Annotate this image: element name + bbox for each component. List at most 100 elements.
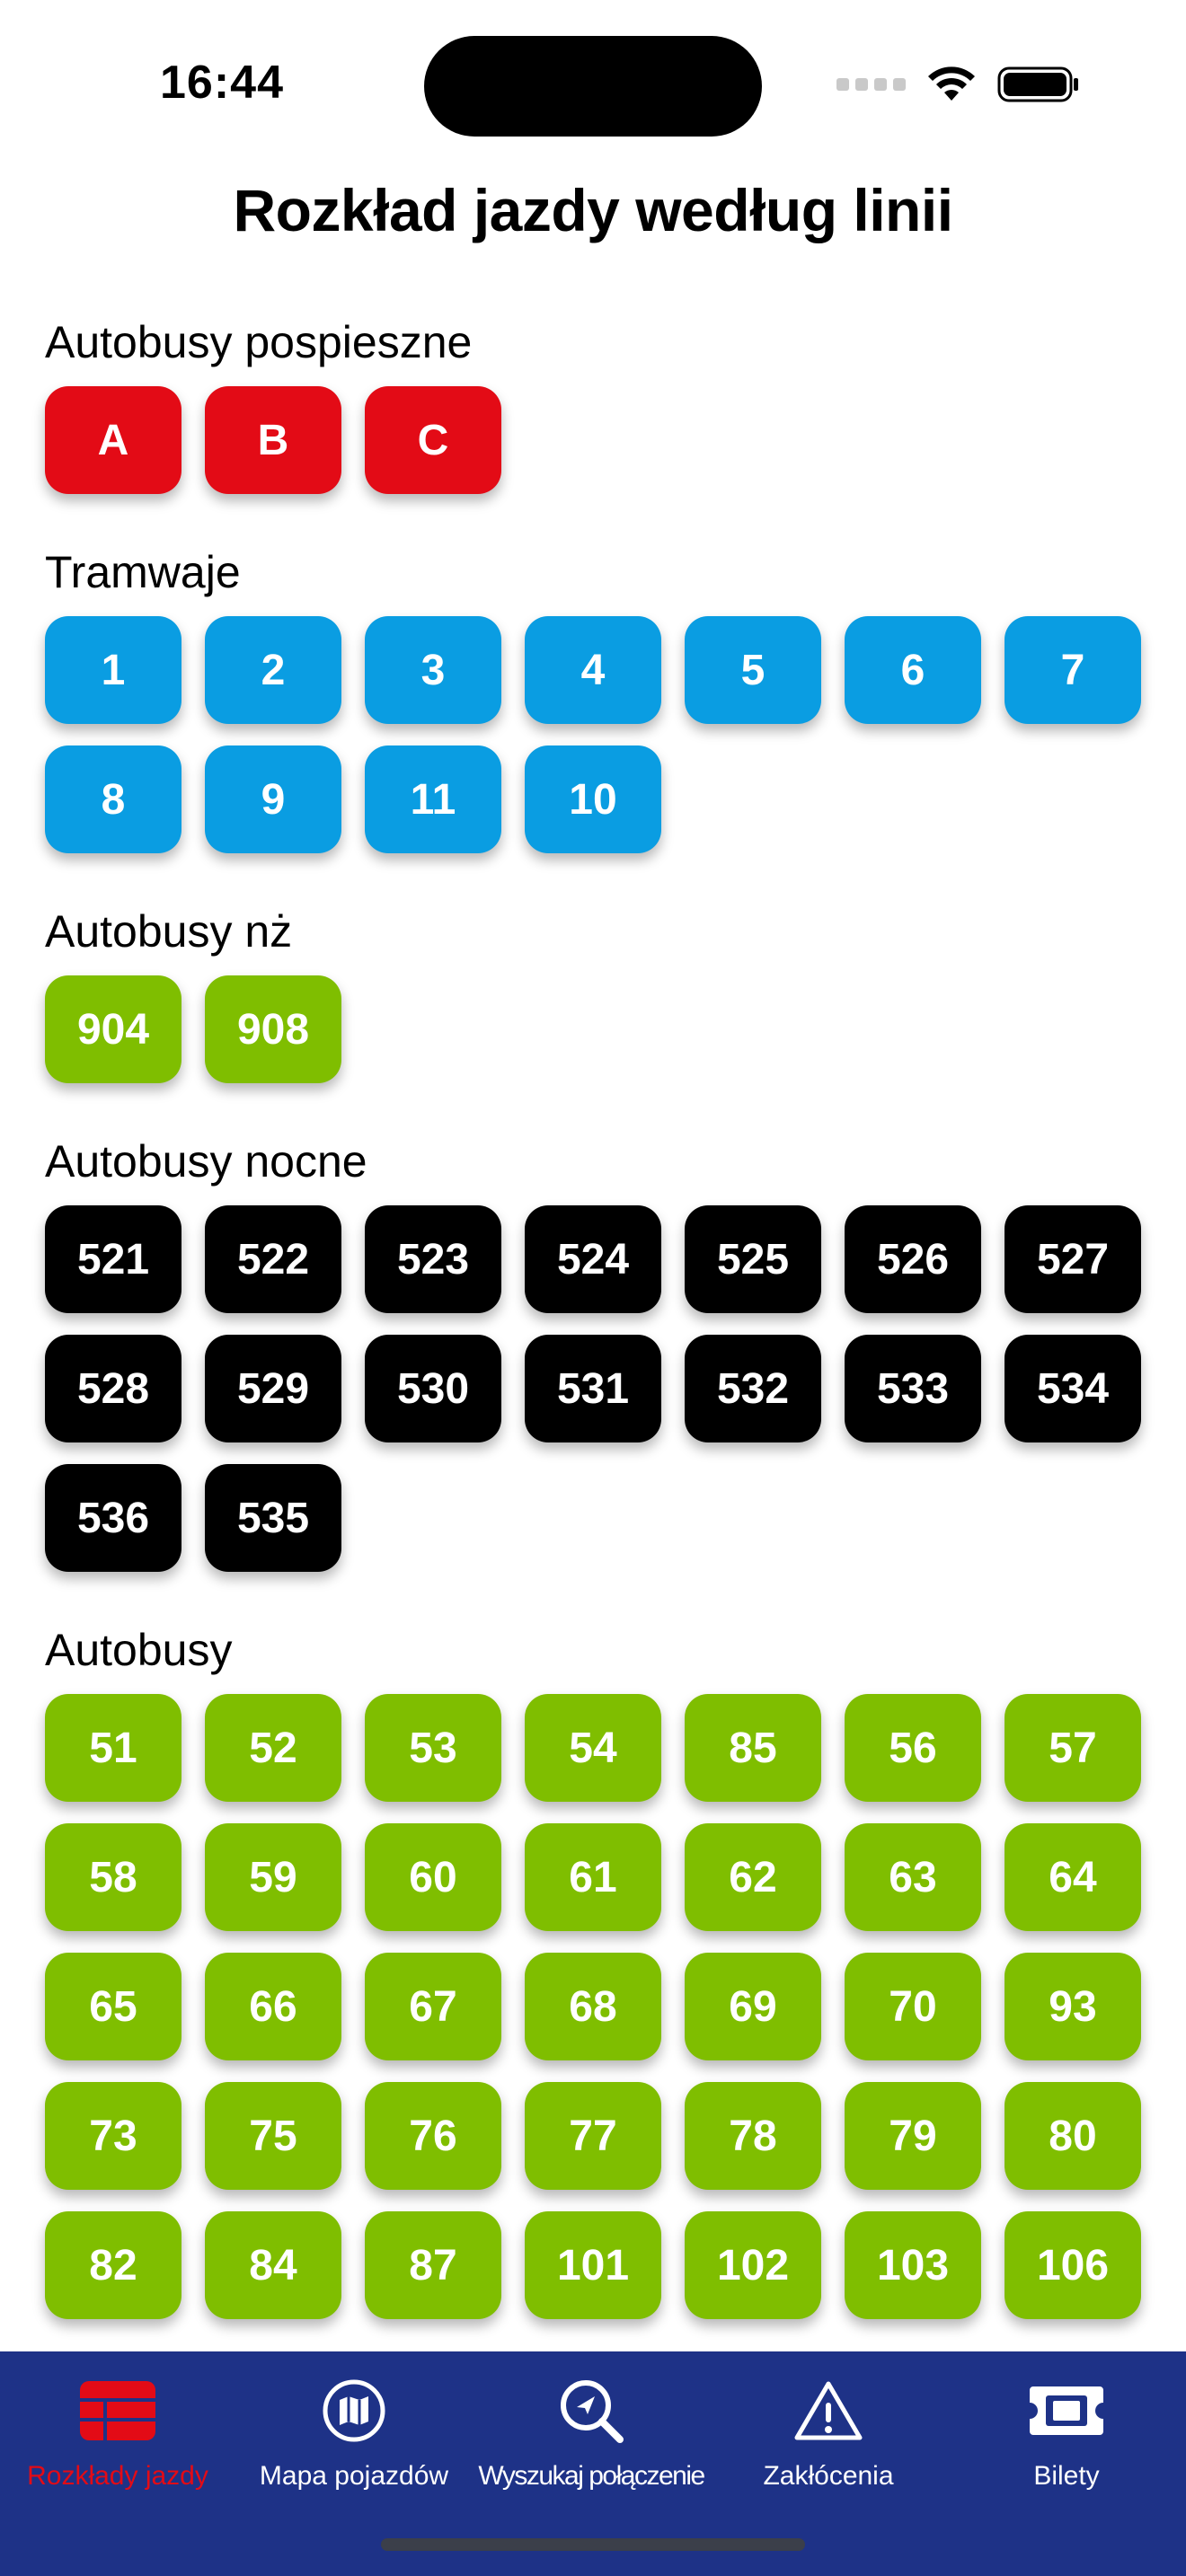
line-button[interactable]: 54	[525, 1694, 661, 1802]
line-button[interactable]: 102	[685, 2211, 821, 2319]
warning-triangle-icon	[794, 2381, 863, 2440]
line-button[interactable]: 9	[205, 745, 341, 853]
line-button[interactable]: 526	[845, 1205, 981, 1313]
line-button[interactable]: 76	[365, 2082, 501, 2190]
line-section: Tramwaje 1 2 3 4 5 6 7 8 9 11 10	[0, 535, 1186, 853]
cellular-signal-icon	[836, 78, 906, 91]
line-button[interactable]: 67	[365, 1953, 501, 2060]
line-button[interactable]: 53	[365, 1694, 501, 1802]
line-button[interactable]: 523	[365, 1205, 501, 1313]
tab-label: Bilety	[1033, 2461, 1100, 2491]
line-button[interactable]: 528	[45, 1335, 181, 1442]
line-button[interactable]: 5	[685, 616, 821, 724]
line-grid: 1 2 3 4 5 6 7 8 9 11 10	[45, 616, 1186, 853]
line-button[interactable]: 522	[205, 1205, 341, 1313]
line-button[interactable]: 904	[45, 975, 181, 1083]
tab-label: Wyszukaj połączenie	[478, 2461, 705, 2491]
battery-icon	[997, 66, 1078, 102]
dynamic-island	[424, 36, 762, 137]
line-button[interactable]: 82	[45, 2211, 181, 2319]
line-button[interactable]: 10	[525, 745, 661, 853]
line-button[interactable]: 60	[365, 1823, 501, 1931]
line-button[interactable]: 103	[845, 2211, 981, 2319]
line-button[interactable]: 80	[1005, 2082, 1141, 2190]
line-section: Autobusy nocne 521 522 523 524 525 526 527 528 52…	[0, 1125, 1186, 1572]
line-button[interactable]: 84	[205, 2211, 341, 2319]
line-grid: 904 908	[45, 975, 1186, 1083]
line-button[interactable]: 65	[45, 1953, 181, 2060]
line-button[interactable]: 61	[525, 1823, 661, 1931]
line-button[interactable]: 51	[45, 1694, 181, 1802]
section-title: Tramwaje	[45, 547, 241, 597]
section-title: Autobusy nż	[45, 906, 293, 957]
line-button[interactable]: 530	[365, 1335, 501, 1442]
section-title: Autobusy nocne	[45, 1136, 367, 1187]
line-button[interactable]: 534	[1005, 1335, 1141, 1442]
line-button[interactable]: 52	[205, 1694, 341, 1802]
line-button[interactable]: 11	[365, 745, 501, 853]
home-indicator[interactable]	[381, 2538, 805, 2551]
line-grid: 51 52 53 54 85 56 57 58 59 60 61 62 63 64 65 66 67 68 69 70…	[45, 1694, 1186, 2319]
line-button[interactable]: 56	[845, 1694, 981, 1802]
page-title: Rozkład jazdy według linii	[233, 177, 953, 243]
line-button[interactable]: 70	[845, 1953, 981, 2060]
search-route-icon	[561, 2380, 624, 2443]
line-button[interactable]: 59	[205, 1823, 341, 1931]
line-button[interactable]: 4	[525, 616, 661, 724]
line-button[interactable]: 64	[1005, 1823, 1141, 1931]
line-button[interactable]: 57	[1005, 1694, 1141, 1802]
line-button[interactable]: 75	[205, 2082, 341, 2190]
section-title: Autobusy pospieszne	[45, 317, 473, 367]
line-sections: Autobusy pospieszne A B C Tramwaje 1 2 3 4 5 6 7 8 9 1…	[0, 305, 1186, 2360]
status-icons	[836, 63, 1080, 106]
line-button[interactable]: 106	[1005, 2211, 1141, 2319]
line-button[interactable]: 85	[685, 1694, 821, 1802]
line-button[interactable]: 78	[685, 2082, 821, 2190]
line-button[interactable]: 6	[845, 616, 981, 724]
line-section: Autobusy pospieszne A B C	[0, 305, 1186, 494]
screen: 16:44 Rozkład jazdy według linii Autobus…	[0, 0, 1186, 2576]
line-button[interactable]: 2	[205, 616, 341, 724]
tab-tickets[interactable]: Bilety	[947, 2351, 1186, 2576]
line-button[interactable]: 525	[685, 1205, 821, 1313]
line-section: Autobusy 51 52 53 54 85 56 57 58 59 60 61 62 63 64 65 66…	[0, 1613, 1186, 2319]
line-button[interactable]: 93	[1005, 1953, 1141, 2060]
line-button[interactable]: 63	[845, 1823, 981, 1931]
line-button[interactable]: 535	[205, 1464, 341, 1572]
line-button[interactable]: 1	[45, 616, 181, 724]
line-button[interactable]: 536	[45, 1464, 181, 1572]
line-button[interactable]: 8	[45, 745, 181, 853]
line-button[interactable]: 58	[45, 1823, 181, 1931]
line-button[interactable]: 521	[45, 1205, 181, 1313]
line-button[interactable]: 77	[525, 2082, 661, 2190]
line-button[interactable]: 908	[205, 975, 341, 1083]
line-button[interactable]: 101	[525, 2211, 661, 2319]
line-button[interactable]: B	[205, 386, 341, 494]
line-button[interactable]: 73	[45, 2082, 181, 2190]
line-button[interactable]: 533	[845, 1335, 981, 1442]
line-button[interactable]: A	[45, 386, 181, 494]
line-button[interactable]: 87	[365, 2211, 501, 2319]
line-button[interactable]: 527	[1005, 1205, 1141, 1313]
tab-timetables[interactable]: Rozkłady jazdy	[0, 2351, 235, 2576]
ticket-icon	[1030, 2386, 1103, 2435]
line-button[interactable]: 531	[525, 1335, 661, 1442]
line-button[interactable]: 529	[205, 1335, 341, 1442]
line-section: Autobusy nż 904 908	[0, 895, 1186, 1083]
line-button[interactable]: 68	[525, 1953, 661, 2060]
timetable-grid-icon	[80, 2381, 155, 2440]
line-button[interactable]: 532	[685, 1335, 821, 1442]
tab-label: Rozkłady jazdy	[27, 2461, 208, 2491]
line-button[interactable]: C	[365, 386, 501, 494]
section-title: Autobusy	[45, 1625, 233, 1675]
line-button[interactable]: 79	[845, 2082, 981, 2190]
line-button[interactable]: 524	[525, 1205, 661, 1313]
line-button[interactable]: 7	[1005, 616, 1141, 724]
line-button[interactable]: 3	[365, 616, 501, 724]
line-button[interactable]: 66	[205, 1953, 341, 2060]
line-button[interactable]: 69	[685, 1953, 821, 2060]
map-icon	[323, 2379, 385, 2442]
line-button[interactable]: 62	[685, 1823, 821, 1931]
status-time: 16:44	[160, 57, 284, 109]
tab-label: Mapa pojazdów	[259, 2461, 449, 2491]
